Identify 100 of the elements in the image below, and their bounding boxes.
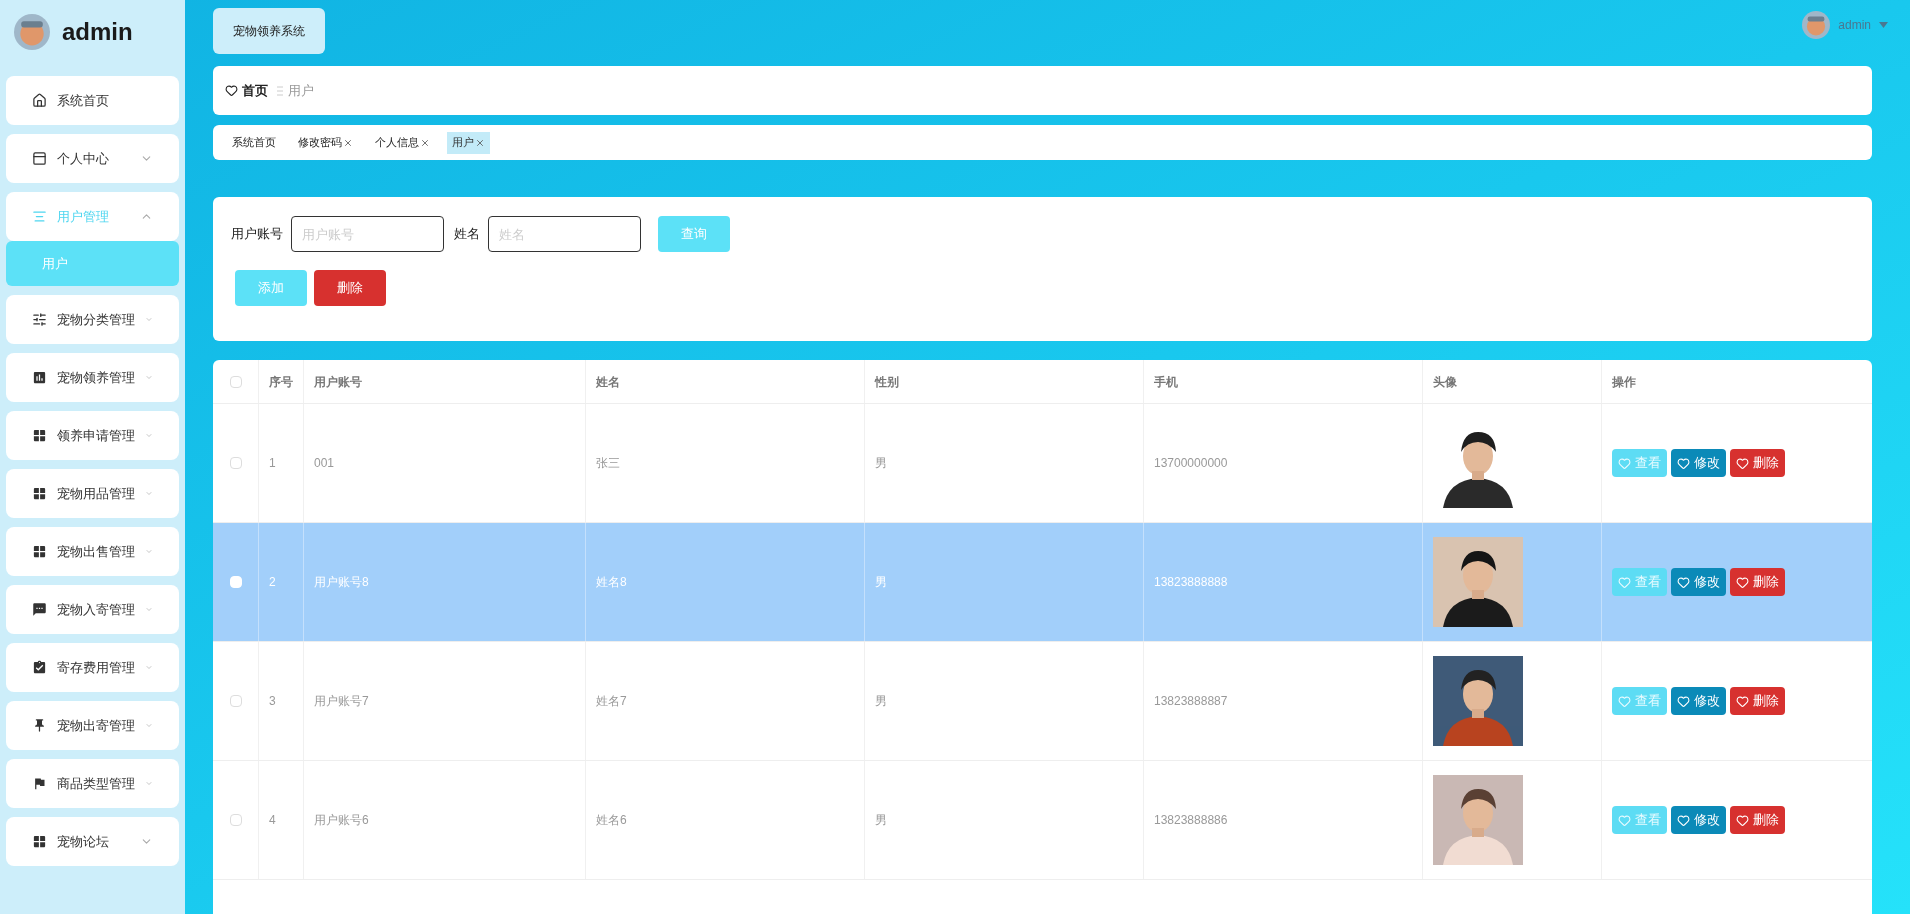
heart-icon xyxy=(1618,575,1631,589)
column-header: 操作 xyxy=(1612,373,1636,391)
avatar-icon xyxy=(1802,11,1831,39)
column-header: 性别 xyxy=(875,373,899,391)
table-cell-text: 姓名6 xyxy=(596,812,627,829)
table-cell-text: 13823888887 xyxy=(1154,693,1228,710)
clipboard-icon xyxy=(32,660,47,675)
table-cell-text: 用户账号6 xyxy=(314,812,369,829)
table-cell-text: 用户账号8 xyxy=(314,574,369,591)
close-icon[interactable] xyxy=(475,137,485,148)
heart-icon xyxy=(1677,456,1690,470)
select-all-checkbox[interactable] xyxy=(229,375,242,388)
header-username[interactable]: admin xyxy=(1838,16,1871,34)
table-cell-text: 用户账号7 xyxy=(314,693,369,710)
table-cell-text: 13823888888 xyxy=(1154,574,1228,591)
delete-button[interactable]: 删除 xyxy=(1730,449,1785,477)
table-cell-text: 13700000000 xyxy=(1154,455,1228,472)
heart-icon xyxy=(1618,694,1631,708)
sliders-icon xyxy=(32,312,47,327)
grid-icon xyxy=(32,544,47,559)
sidebar-item[interactable]: 个人中心 xyxy=(6,134,179,183)
row-checkbox[interactable] xyxy=(229,695,242,707)
table-row[interactable]: 1 001 张三 男 13700000000 查看 修改 删除 xyxy=(213,404,1872,523)
edit-button[interactable]: 修改 xyxy=(1671,806,1726,834)
chat-icon xyxy=(32,602,47,617)
table-cell-text: 男 xyxy=(875,693,887,710)
tab[interactable]: 用户 xyxy=(447,131,490,154)
window-icon xyxy=(32,151,47,166)
heart-icon xyxy=(1618,456,1631,470)
sidebar-item[interactable]: 宠物领养管理 xyxy=(6,353,179,402)
column-header: 姓名 xyxy=(596,373,620,391)
heart-icon xyxy=(225,84,238,97)
grid-icon xyxy=(32,486,47,501)
sidebar-username: admin xyxy=(62,17,133,47)
close-icon[interactable] xyxy=(343,137,353,148)
sidebar-item[interactable]: 系统首页 xyxy=(6,76,179,125)
sidebar-item[interactable]: 领养申请管理 xyxy=(6,411,179,460)
sidebar-item[interactable]: 宠物出售管理 xyxy=(6,527,179,576)
table-cell-text: 2 xyxy=(269,574,276,591)
chart-icon xyxy=(32,370,47,385)
table-cell-text: 1 xyxy=(269,455,276,472)
heart-icon xyxy=(1736,575,1749,589)
table-cell-text: 姓名8 xyxy=(596,574,627,591)
separator-icon xyxy=(276,85,284,96)
row-checkbox[interactable] xyxy=(229,457,242,469)
tab[interactable]: 修改密码 xyxy=(293,131,358,154)
sidebar-item[interactable]: 宠物分类管理 xyxy=(6,295,179,344)
edit-button[interactable]: 修改 xyxy=(1671,568,1726,596)
table-row[interactable]: 3 用户账号7 姓名7 男 13823888887 查看 修改 删除 xyxy=(213,642,1872,761)
filter-label: 用户账号 xyxy=(231,225,283,244)
close-icon[interactable] xyxy=(420,137,430,148)
delete-button[interactable]: 删除 xyxy=(1730,687,1785,715)
table-cell-text: 001 xyxy=(314,455,335,472)
table-row[interactable]: 4 用户账号6 姓名6 男 13823888886 查看 修改 删除 xyxy=(213,761,1872,880)
table-cell-text: 姓名7 xyxy=(596,693,627,710)
grid-icon xyxy=(32,834,47,849)
home-icon xyxy=(32,93,47,108)
sidebar-item[interactable]: 宠物论坛 xyxy=(6,817,179,866)
column-header: 手机 xyxy=(1154,373,1178,391)
column-header: 序号 xyxy=(269,373,293,391)
grid-icon xyxy=(32,428,47,443)
system-title: 宠物领养系统 xyxy=(213,8,325,54)
tab[interactable]: 系统首页 xyxy=(227,131,281,154)
breadcrumb-link[interactable]: 用户 xyxy=(288,80,314,101)
edit-button[interactable]: 修改 xyxy=(1671,687,1726,715)
heart-icon xyxy=(1736,813,1749,827)
heart-icon xyxy=(1677,813,1690,827)
sidebar-item[interactable]: 商品类型管理 xyxy=(6,759,179,808)
heart-icon xyxy=(1677,575,1690,589)
table-cell-text: 13823888886 xyxy=(1154,812,1228,829)
column-header: 头像 xyxy=(1433,373,1457,391)
heart-icon xyxy=(1677,694,1690,708)
flag-icon xyxy=(32,776,47,791)
table-cell-text: 张三 xyxy=(596,455,620,472)
edit-button[interactable]: 修改 xyxy=(1671,449,1726,477)
sidebar-item[interactable]: 宠物用品管理 xyxy=(6,469,179,518)
row-checkbox[interactable] xyxy=(229,814,242,826)
pin-icon xyxy=(32,718,47,733)
delete-button[interactable]: 删除 xyxy=(314,270,386,306)
delete-button[interactable]: 删除 xyxy=(1730,806,1785,834)
table-cell-text: 男 xyxy=(875,812,887,829)
delete-button[interactable]: 删除 xyxy=(1730,568,1785,596)
table-row[interactable]: 2 用户账号8 姓名8 男 13823888888 查看 修改 删除 xyxy=(213,523,1872,642)
table-cell-text: 3 xyxy=(269,693,276,710)
heart-icon xyxy=(1736,694,1749,708)
caret-icon[interactable] xyxy=(1879,22,1888,28)
column-header: 用户账号 xyxy=(314,373,362,391)
avatar-icon xyxy=(14,14,50,50)
table-cell-text: 4 xyxy=(269,812,276,829)
lines-icon xyxy=(32,209,47,224)
tab[interactable]: 个人信息 xyxy=(370,131,435,154)
sidebar-item[interactable]: 宠物出寄管理 xyxy=(6,701,179,750)
heart-icon xyxy=(1618,813,1631,827)
sidebar-item[interactable]: 宠物入寄管理 xyxy=(6,585,179,634)
breadcrumb-link[interactable]: 首页 xyxy=(242,80,268,101)
filter-label: 姓名 xyxy=(454,225,480,244)
heart-icon xyxy=(1736,456,1749,470)
sidebar-item[interactable]: 寄存费用管理 xyxy=(6,643,179,692)
table-cell-text: 男 xyxy=(875,574,887,591)
table-cell-text: 男 xyxy=(875,455,887,472)
